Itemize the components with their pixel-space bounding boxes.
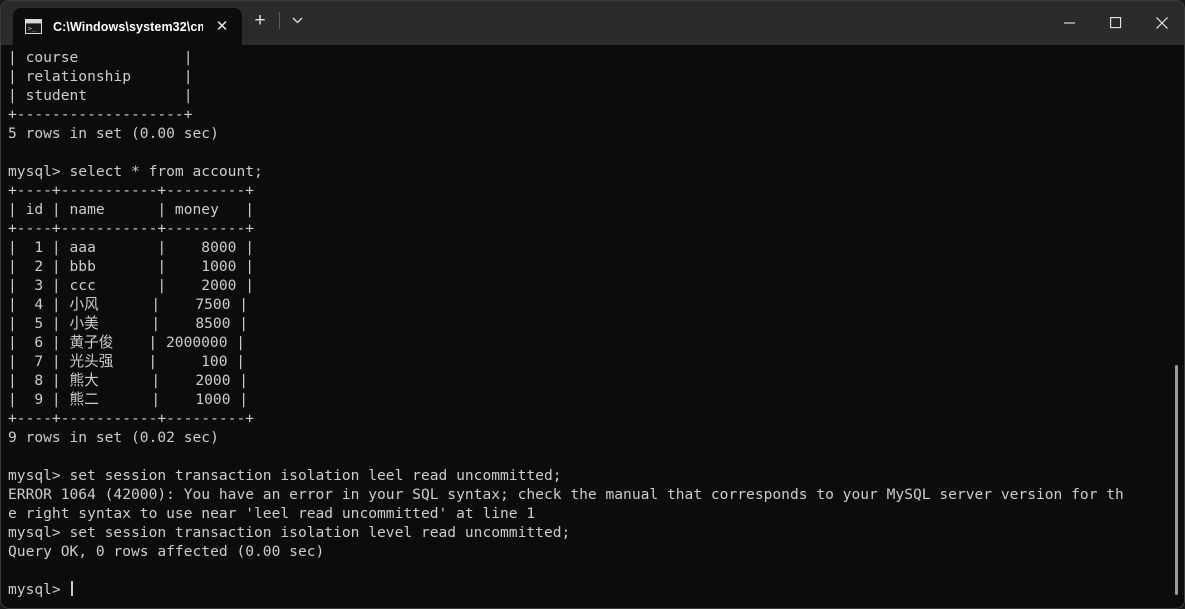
- tab-title: C:\Windows\system32\cmd.e:: [53, 19, 203, 34]
- terminal-line: mysql> set session transaction isolation…: [8, 524, 571, 541]
- title-bar[interactable]: >_ C:\Windows\system32\cmd.e: ✕ +: [0, 0, 1185, 45]
- terminal-line: +-------------------+: [8, 106, 193, 123]
- terminal-line: 9 rows in set (0.02 sec): [8, 429, 219, 446]
- terminal-line: +----+-----------+---------+: [8, 182, 255, 199]
- terminal-line: | 5 | 小美 | 8500 |: [8, 315, 249, 332]
- terminal-line: Query OK, 0 rows affected (0.00 sec): [8, 543, 325, 560]
- console-icon: >_: [25, 19, 42, 34]
- terminal-line: | 4 | 小风 | 7500 |: [8, 296, 249, 313]
- window-controls: [1047, 0, 1185, 45]
- terminal-output: | course | | relationship | | student | +--…: [8, 45, 1168, 599]
- scrollbar-thumb[interactable]: [1175, 365, 1178, 595]
- terminal-line: e right syntax to use near 'leel read un…: [8, 505, 536, 522]
- prompt-text: mysql>: [8, 581, 70, 598]
- terminal-line: | relationship |: [8, 68, 193, 85]
- svg-text:>_: >_: [28, 25, 36, 33]
- minimize-button[interactable]: [1047, 0, 1093, 45]
- terminal-content-area[interactable]: | course | | relationship | | student | +--…: [0, 45, 1185, 609]
- tab-cmd[interactable]: >_ C:\Windows\system32\cmd.e: ✕: [13, 8, 242, 45]
- terminal-line: ERROR 1064 (42000): You have an error in…: [8, 486, 1124, 503]
- terminal-line: mysql> select * from account;: [8, 163, 263, 180]
- tab-actions: +: [242, 0, 313, 45]
- terminal-line: | 1 | aaa | 8000 |: [8, 239, 255, 256]
- scrollbar[interactable]: [1175, 45, 1179, 609]
- terminal-line: | 2 | bbb | 1000 |: [8, 258, 255, 275]
- terminal-prompt-line: mysql>: [8, 580, 1168, 599]
- terminal-line: 5 rows in set (0.00 sec): [8, 125, 219, 142]
- terminal-line: +----+-----------+---------+: [8, 220, 255, 237]
- terminal-line: | 7 | 光头强 | 100 |: [8, 353, 246, 370]
- terminal-line: | 9 | 熊二 | 1000 |: [8, 391, 249, 408]
- terminal-line: | course |: [8, 49, 193, 66]
- terminal-line: | id | name | money |: [8, 201, 255, 218]
- tab-actions-divider: [279, 12, 280, 29]
- terminal-line: | 8 | 熊大 | 2000 |: [8, 372, 249, 389]
- maximize-button[interactable]: [1093, 0, 1139, 45]
- terminal-line: mysql> set session transaction isolation…: [8, 467, 562, 484]
- terminal-line: | 3 | ccc | 2000 |: [8, 277, 255, 294]
- close-button[interactable]: [1139, 0, 1185, 45]
- text-cursor: [70, 581, 73, 596]
- terminal-line: | student |: [8, 87, 193, 104]
- terminal-window: >_ C:\Windows\system32\cmd.e: ✕ +: [0, 0, 1185, 609]
- tab-strip: >_ C:\Windows\system32\cmd.e: ✕ +: [0, 0, 313, 45]
- new-tab-button[interactable]: +: [242, 6, 278, 36]
- terminal-line: | 6 | 黄子俊 | 2000000 |: [8, 334, 246, 351]
- tab-close-icon[interactable]: ✕: [211, 16, 233, 38]
- terminal-line: +----+-----------+---------+: [8, 410, 255, 427]
- chevron-down-icon[interactable]: [281, 6, 313, 36]
